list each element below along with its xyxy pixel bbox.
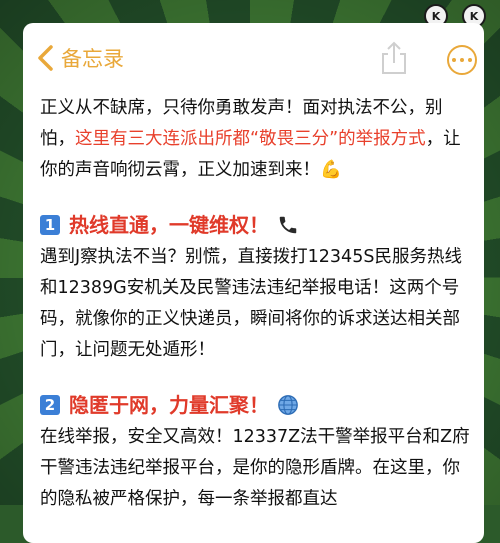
more-dot: [468, 58, 472, 62]
section2-body: 在线举报，安全又高效！12337Z法干警举报平台和Z府干警违法违纪举报平台，是你…: [40, 427, 470, 509]
more-button[interactable]: [447, 45, 477, 75]
more-dot: [460, 58, 464, 62]
section1-title: 热线直通，一键维权！: [69, 212, 269, 237]
section1-body: 遇到J察执法不当？别慌，直接拨打12345S民服务热线和12389G安机关及民警…: [40, 247, 462, 360]
section1-heading: 1 热线直通，一键维权！: [40, 208, 470, 242]
section1-number: 1: [40, 215, 60, 235]
section2-title: 隐匿于网，力量汇聚！: [69, 392, 269, 417]
back-label: 备忘录: [61, 47, 124, 71]
note-content: 正义从不缺席，只待你勇敢发声！面对执法不公，别怕，这里有三大连派出所都“敬畏三分…: [23, 93, 484, 515]
back-button[interactable]: 备忘录: [35, 43, 124, 73]
navbar: 备忘录: [23, 23, 484, 93]
more-dot: [452, 58, 456, 62]
globe-icon: [277, 394, 299, 416]
section2-heading: 2 隐匿于网，力量汇聚！: [40, 388, 470, 422]
note-card: 备忘录 正义从不缺席，只待你勇敢发声！面对执法不公，别怕，这里有三大连派出所都“…: [23, 23, 484, 543]
share-icon[interactable]: [379, 41, 409, 75]
intro-highlight: 这里有三大连派出所都“敬畏三分”的举报方式: [75, 129, 426, 149]
flexed-biceps-icon: 💪: [320, 160, 342, 180]
chevron-left-icon: [38, 45, 53, 71]
section2-number: 2: [40, 395, 60, 415]
intro-paragraph: 正义从不缺席，只待你勇敢发声！面对执法不公，别怕，这里有三大连派出所都“敬畏三分…: [40, 93, 470, 186]
phone-icon: [277, 214, 299, 236]
